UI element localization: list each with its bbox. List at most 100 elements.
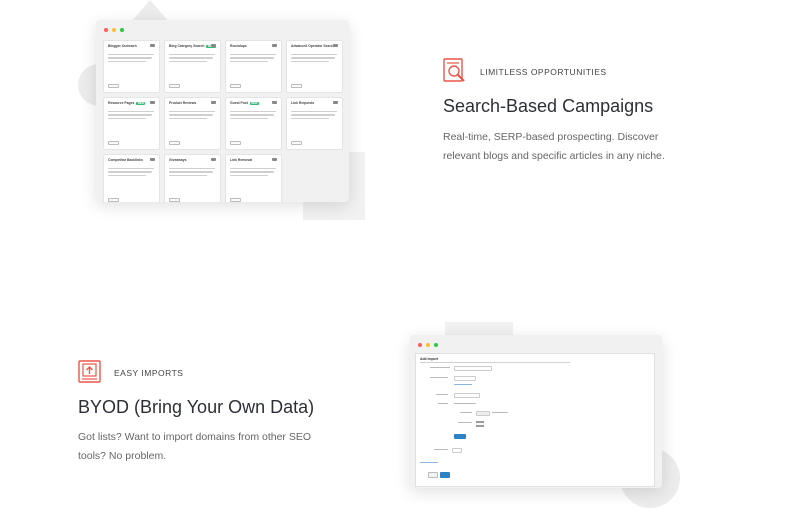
radio-option[interactable] [476, 425, 484, 427]
template-card-title-text: Link Removal [230, 158, 253, 162]
card-description-line [291, 117, 329, 120]
card-description-line [230, 114, 274, 116]
form-label [430, 377, 448, 379]
form-tabs[interactable] [454, 403, 476, 405]
maximize-dot-icon [434, 343, 438, 347]
create-campaign-button[interactable] [169, 84, 180, 88]
advanced-options-link[interactable] [420, 462, 438, 464]
template-card-title-text: Roundups [230, 44, 247, 48]
form-subtitle-line [420, 362, 570, 364]
template-card[interactable]: Link Requests [286, 97, 343, 150]
template-card-title: Advanced Operator Search [291, 44, 338, 48]
template-card-title: Blog Category SearchNEW [169, 44, 216, 48]
card-description-line [230, 60, 268, 63]
card-description-line [108, 60, 146, 63]
template-card[interactable]: Roundups [225, 40, 282, 93]
minimize-dot-icon [112, 28, 116, 32]
card-description-line [108, 111, 154, 113]
form-label [492, 412, 508, 414]
form-label [438, 403, 448, 405]
card-description-line [108, 57, 152, 59]
status-select[interactable] [452, 448, 462, 453]
card-description-line [169, 60, 207, 63]
feature-description: Got lists? Want to import domains from o… [78, 431, 312, 462]
create-campaign-button[interactable] [291, 141, 302, 145]
card-description-line [169, 171, 213, 173]
create-campaign-button[interactable] [169, 141, 180, 145]
create-campaign-button[interactable] [108, 198, 119, 202]
file-chooser[interactable] [476, 411, 490, 416]
card-description-line [169, 57, 213, 59]
card-menu-icon[interactable] [211, 158, 216, 161]
maximize-dot-icon [120, 28, 124, 32]
card-description-line [291, 114, 335, 116]
feature-description: Real-time, SERP-based prospecting. Disco… [443, 131, 665, 162]
template-card[interactable]: Guest Post NEW [225, 97, 282, 150]
card-menu-icon[interactable] [272, 44, 277, 47]
new-badge: NEW [249, 101, 259, 105]
card-description-line [169, 174, 207, 177]
card-menu-icon[interactable] [333, 101, 338, 104]
form-label [460, 412, 472, 414]
create-campaign-button[interactable] [169, 198, 180, 202]
card-menu-icon[interactable] [211, 44, 216, 47]
form-label [458, 422, 472, 424]
magnifier-page-icon [443, 58, 467, 84]
card-description-line [230, 54, 276, 56]
template-card-title-text: Blog Category Search [169, 44, 205, 48]
feature-eyebrow: LIMITLESS OPPORTUNITIES [480, 67, 607, 77]
save-button[interactable] [440, 472, 450, 478]
template-card-title: Guest Post NEW [230, 101, 277, 105]
template-card[interactable]: Product Reviews [164, 97, 221, 150]
template-card[interactable]: Link Removal [225, 154, 282, 202]
template-card[interactable]: Resource Pages NEW [103, 97, 160, 150]
card-description-line [230, 171, 274, 173]
form-label [434, 449, 448, 451]
card-menu-icon[interactable] [333, 44, 338, 47]
card-description-line [230, 168, 276, 170]
upload-box-icon [78, 360, 102, 384]
create-campaign-button[interactable] [108, 84, 119, 88]
radio-option[interactable] [476, 421, 484, 423]
card-description-line [108, 114, 152, 116]
upload-button[interactable] [454, 434, 466, 439]
template-card[interactable]: Blogger Outreach [103, 40, 160, 93]
create-campaign-button[interactable] [291, 84, 302, 88]
template-card-title-text: Product Reviews [169, 101, 197, 105]
template-card-title-text: Link Requests [291, 101, 315, 105]
card-description-line [169, 111, 215, 113]
template-card-title: Link Removal [230, 158, 277, 162]
card-menu-icon[interactable] [211, 101, 216, 104]
campaign-name-input[interactable] [454, 366, 492, 371]
feature-title: Search-Based Campaigns [443, 96, 654, 116]
create-campaign-button[interactable] [108, 141, 119, 145]
form-link[interactable] [454, 384, 472, 386]
template-card[interactable]: Giveaways [164, 154, 221, 202]
template-card-title-text: Resource Pages [108, 101, 135, 105]
template-card[interactable]: Advanced Operator Search [286, 40, 343, 93]
template-card-title-text: Advanced Operator Search [291, 44, 335, 48]
card-description-line [291, 57, 335, 59]
card-menu-icon[interactable] [272, 101, 277, 104]
create-campaign-button[interactable] [230, 141, 241, 145]
card-description-line [230, 57, 274, 59]
card-menu-icon[interactable] [150, 101, 155, 104]
campaign-type-select[interactable] [454, 376, 476, 381]
import-form: Add Import [415, 353, 655, 487]
create-campaign-button[interactable] [230, 84, 241, 88]
card-description-line [108, 168, 154, 170]
card-menu-icon[interactable] [150, 158, 155, 161]
template-card[interactable]: Competitor Backlinks [103, 154, 160, 202]
create-campaign-button[interactable] [230, 198, 241, 202]
template-card[interactable]: Blog Category SearchNEW [164, 40, 221, 93]
card-description-line [108, 54, 154, 56]
close-dot-icon [104, 28, 108, 32]
campaign-templates-screenshot: Blogger OutreachBlog Category SearchNEWR… [96, 20, 349, 202]
cancel-button[interactable] [428, 472, 438, 478]
window-controls [410, 335, 662, 355]
card-description-line [169, 54, 215, 56]
source-select[interactable] [454, 393, 480, 398]
new-badge: NEW [136, 101, 146, 105]
card-menu-icon[interactable] [272, 158, 277, 161]
card-menu-icon[interactable] [150, 44, 155, 47]
